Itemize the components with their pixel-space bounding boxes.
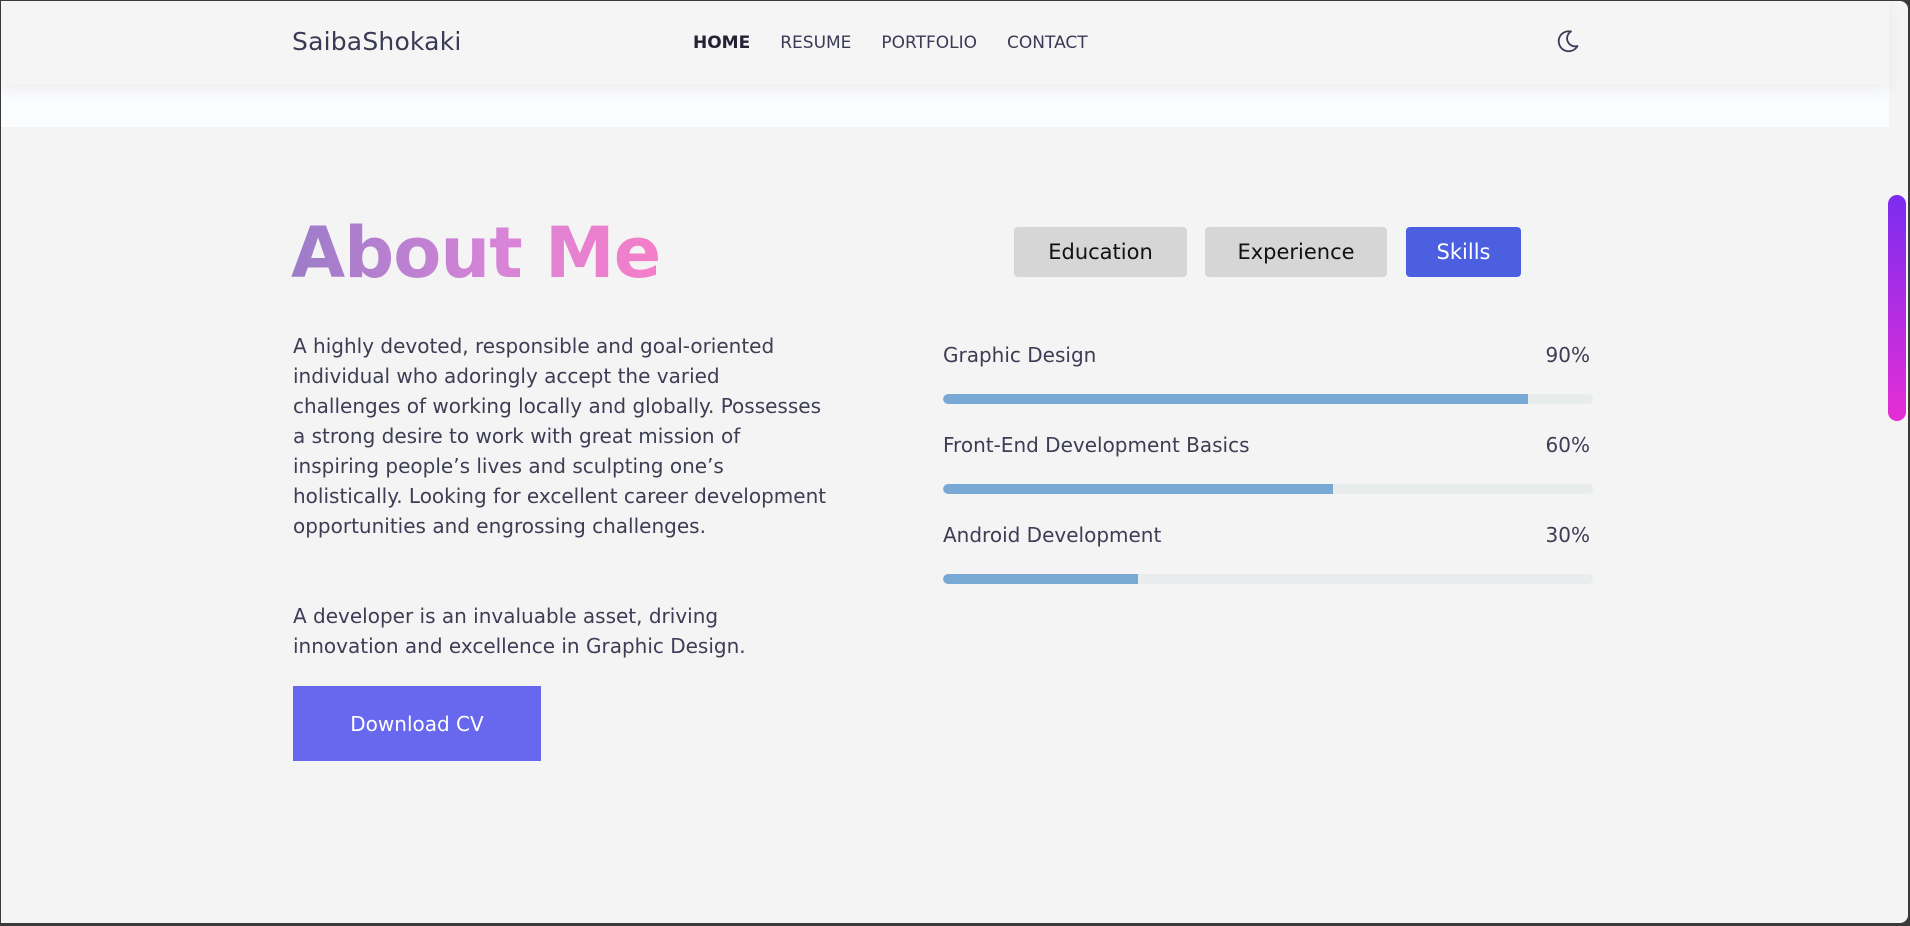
nav-portfolio[interactable]: PORTFOLIO	[881, 33, 977, 53]
main-nav: HOME RESUME PORTFOLIO CONTACT	[693, 33, 1088, 53]
skill-progress-track	[943, 574, 1593, 584]
tab-experience[interactable]: Experience	[1205, 227, 1387, 277]
skill-progress-track	[943, 394, 1593, 404]
nav-resume[interactable]: RESUME	[780, 33, 851, 53]
nav-contact[interactable]: CONTACT	[1007, 33, 1088, 53]
skill-progress-fill	[943, 394, 1528, 404]
download-cv-button[interactable]: Download CV	[293, 686, 541, 761]
skill-name: Android Development	[943, 523, 1162, 547]
scrollbar-thumb[interactable]	[1888, 195, 1906, 421]
top-navbar: SaibaShokaki HOME RESUME PORTFOLIO CONTA…	[1, 1, 1889, 84]
skill-name: Front-End Development Basics	[943, 433, 1250, 457]
skill-percent: 60%	[1545, 433, 1590, 457]
skill-progress-track	[943, 484, 1593, 494]
moon-icon	[1557, 30, 1579, 53]
theme-toggle-button[interactable]	[1554, 27, 1582, 55]
about-bio: A highly devoted, responsible and goal-o…	[293, 334, 827, 538]
nav-home[interactable]: HOME	[693, 33, 750, 53]
tab-skills[interactable]: Skills	[1406, 227, 1521, 277]
skill-name: Graphic Design	[943, 343, 1097, 367]
tab-education[interactable]: Education	[1014, 227, 1187, 277]
brand-logo[interactable]: SaibaShokaki	[292, 27, 462, 56]
about-bio-secondary: A developer is an invaluable asset, driv…	[293, 604, 746, 658]
skill-progress-fill	[943, 574, 1138, 584]
skill-percent: 30%	[1545, 523, 1590, 547]
header-divider-band	[1, 84, 1889, 127]
skill-progress-fill	[943, 484, 1333, 494]
skill-percent: 90%	[1545, 343, 1590, 367]
browser-viewport: SaibaShokaki HOME RESUME PORTFOLIO CONTA…	[1, 1, 1908, 923]
about-title: About Me	[291, 208, 661, 298]
